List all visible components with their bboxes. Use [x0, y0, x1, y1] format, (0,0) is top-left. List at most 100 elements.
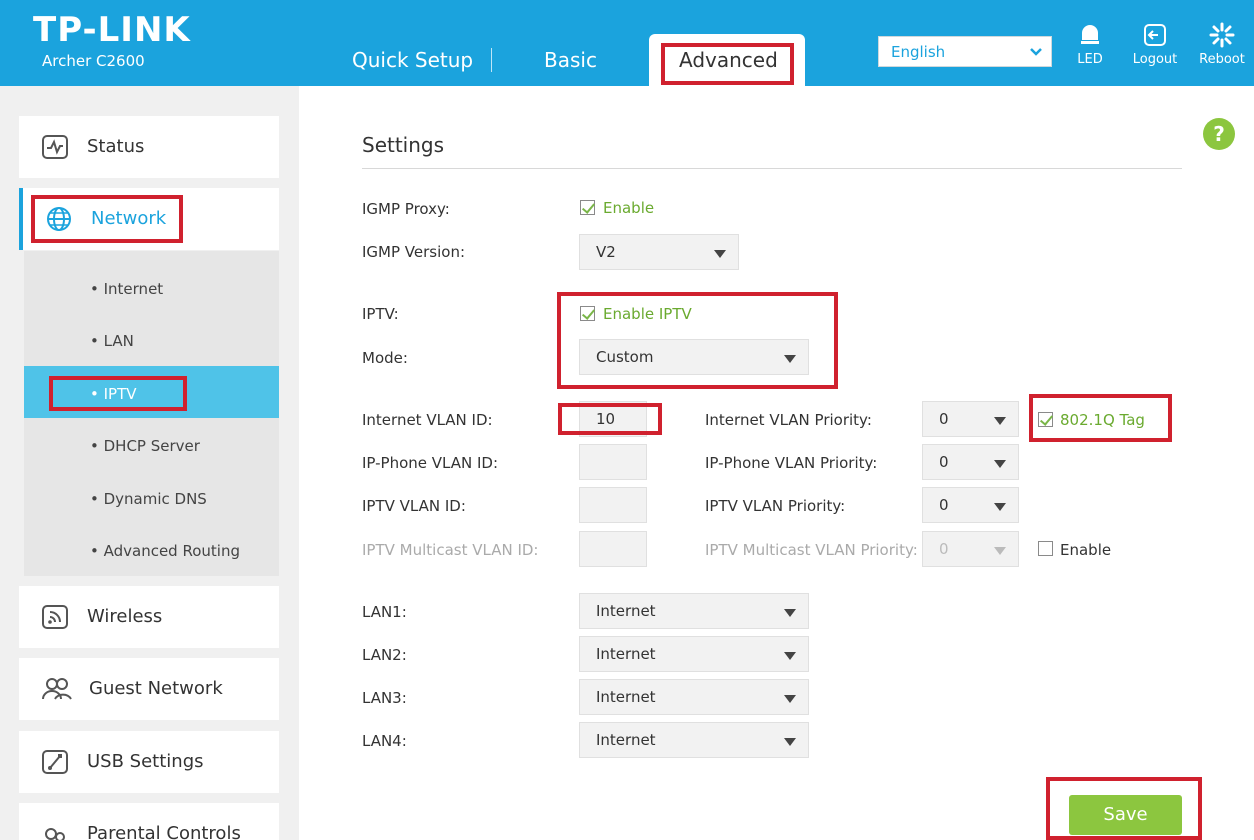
iptv-multicast-vlan-id-label: IPTV Multicast VLAN ID:	[362, 541, 539, 559]
dropdown-arrow-icon	[994, 417, 1006, 425]
lan3-label: LAN3:	[362, 689, 407, 707]
sidebar-item-guest-network[interactable]: Guest Network	[19, 658, 279, 720]
logout-button[interactable]: Logout	[1125, 22, 1185, 67]
brand-logo: TP-LINK	[33, 10, 191, 50]
internet-vlan-priority-label: Internet VLAN Priority:	[705, 411, 872, 429]
sidebar-item-label: Guest Network	[89, 678, 223, 699]
internet-vlan-priority-select[interactable]: 0	[922, 401, 1019, 437]
igmp-proxy-label: IGMP Proxy:	[362, 200, 450, 218]
internet-vlan-id-label: Internet VLAN ID:	[362, 411, 493, 429]
iptv-multicast-vlan-priority-label: IPTV Multicast VLAN Priority:	[705, 541, 918, 559]
led-button[interactable]: LED	[1060, 22, 1120, 67]
iptv-vlan-priority-value: 0	[939, 496, 949, 514]
led-label: LED	[1077, 52, 1103, 67]
subitem-label: • Internet	[90, 280, 164, 298]
ipphone-vlan-id-input[interactable]	[579, 444, 647, 480]
bell-icon	[1060, 22, 1120, 50]
ipphone-vlan-priority-label: IP-Phone VLAN Priority:	[705, 454, 878, 472]
sidebar-subitem-internet[interactable]: • Internet	[24, 261, 279, 313]
network-submenu: • Internet • LAN • IPTV • DHCP Server • …	[24, 251, 279, 576]
title-divider	[362, 168, 1182, 169]
dropdown-arrow-icon	[784, 695, 796, 703]
lan1-select[interactable]: Internet	[579, 593, 809, 629]
lan3-select[interactable]: Internet	[579, 679, 809, 715]
sidebar-item-label: Parental Controls	[87, 823, 241, 840]
subitem-label: • DHCP Server	[90, 437, 200, 455]
page-title: Settings	[362, 133, 445, 157]
annotation-network-item	[31, 195, 183, 243]
ipphone-vlan-priority-value: 0	[939, 453, 949, 471]
sidebar-subitem-advanced-routing[interactable]: • Advanced Routing	[24, 523, 279, 575]
dropdown-arrow-icon	[994, 503, 1006, 511]
ipphone-vlan-priority-select[interactable]: 0	[922, 444, 1019, 480]
reboot-button[interactable]: Reboot	[1192, 22, 1252, 67]
lan2-value: Internet	[596, 645, 656, 663]
dropdown-arrow-icon	[784, 652, 796, 660]
igmp-proxy-enable-label: Enable	[603, 199, 655, 217]
annotation-internet-vlan-id	[558, 403, 662, 435]
internet-vlan-priority-value: 0	[939, 410, 949, 428]
sidebar-item-label: Wireless	[87, 606, 163, 627]
dropdown-arrow-icon	[784, 609, 796, 617]
ipphone-vlan-id-label: IP-Phone VLAN ID:	[362, 454, 499, 472]
model-name: Archer C2600	[42, 52, 145, 70]
tab-basic[interactable]: Basic	[544, 48, 597, 72]
tab-quick-setup[interactable]: Quick Setup	[352, 48, 473, 72]
reboot-label: Reboot	[1199, 52, 1245, 67]
help-icon[interactable]: ?	[1203, 118, 1235, 150]
wireless-icon	[41, 603, 69, 631]
multicast-enable-label: Enable	[1060, 541, 1112, 559]
chevron-down-icon	[1029, 40, 1043, 66]
logout-label: Logout	[1132, 52, 1178, 67]
logout-icon	[1125, 22, 1185, 50]
lan2-select[interactable]: Internet	[579, 636, 809, 672]
iptv-label: IPTV:	[362, 305, 399, 323]
annotation-save-button	[1046, 777, 1202, 840]
sidebar-item-label: USB Settings	[87, 751, 204, 772]
sidebar-subitem-lan[interactable]: • LAN	[24, 313, 279, 365]
users-icon	[41, 675, 72, 703]
igmp-version-select[interactable]: V2	[579, 234, 739, 270]
subitem-label: • LAN	[90, 332, 134, 350]
dropdown-arrow-icon	[714, 250, 726, 258]
igmp-proxy-checkbox[interactable]	[580, 200, 595, 215]
language-select[interactable]: English	[878, 36, 1052, 67]
annotation-iptv-item	[49, 376, 187, 411]
multicast-enable-checkbox[interactable]	[1038, 541, 1053, 556]
top-header: TP-LINK Archer C2600 Quick Setup Basic A…	[0, 0, 1254, 86]
igmp-version-value: V2	[596, 243, 616, 261]
subitem-label: • Advanced Routing	[90, 542, 240, 560]
lan2-label: LAN2:	[362, 646, 407, 664]
subitem-label: • Dynamic DNS	[90, 490, 207, 508]
status-monitor-icon	[41, 133, 69, 161]
annotation-802-1q-tag	[1029, 394, 1172, 442]
sidebar-subitem-dynamic-dns[interactable]: • Dynamic DNS	[24, 471, 279, 523]
iptv-vlan-id-label: IPTV VLAN ID:	[362, 497, 466, 515]
lan4-label: LAN4:	[362, 732, 407, 750]
parental-icon	[41, 820, 69, 840]
mode-label: Mode:	[362, 349, 408, 367]
lan1-value: Internet	[596, 602, 656, 620]
sidebar-item-parental-controls[interactable]: Parental Controls	[19, 803, 279, 840]
dropdown-arrow-icon	[784, 738, 796, 746]
igmp-version-label: IGMP Version:	[362, 243, 466, 261]
dropdown-arrow-icon	[994, 460, 1006, 468]
iptv-multicast-vlan-priority-value: 0	[939, 540, 949, 558]
iptv-multicast-vlan-priority-select: 0	[922, 531, 1019, 567]
iptv-vlan-priority-select[interactable]: 0	[922, 487, 1019, 523]
reboot-icon	[1192, 22, 1252, 50]
lan3-value: Internet	[596, 688, 656, 706]
lan4-value: Internet	[596, 731, 656, 749]
tab-divider	[491, 48, 492, 72]
iptv-vlan-id-input[interactable]	[579, 487, 647, 523]
lan4-select[interactable]: Internet	[579, 722, 809, 758]
annotation-iptv-mode	[557, 292, 838, 389]
sidebar-item-wireless[interactable]: Wireless	[19, 586, 279, 648]
dropdown-arrow-icon	[994, 547, 1006, 555]
sidebar-subitem-dhcp-server[interactable]: • DHCP Server	[24, 418, 279, 470]
iptv-vlan-priority-label: IPTV VLAN Priority:	[705, 497, 846, 515]
sidebar-item-status[interactable]: Status	[19, 116, 279, 178]
lan1-label: LAN1:	[362, 603, 407, 621]
sidebar-item-usb-settings[interactable]: USB Settings	[19, 731, 279, 793]
sidebar-item-label: Status	[87, 136, 145, 157]
